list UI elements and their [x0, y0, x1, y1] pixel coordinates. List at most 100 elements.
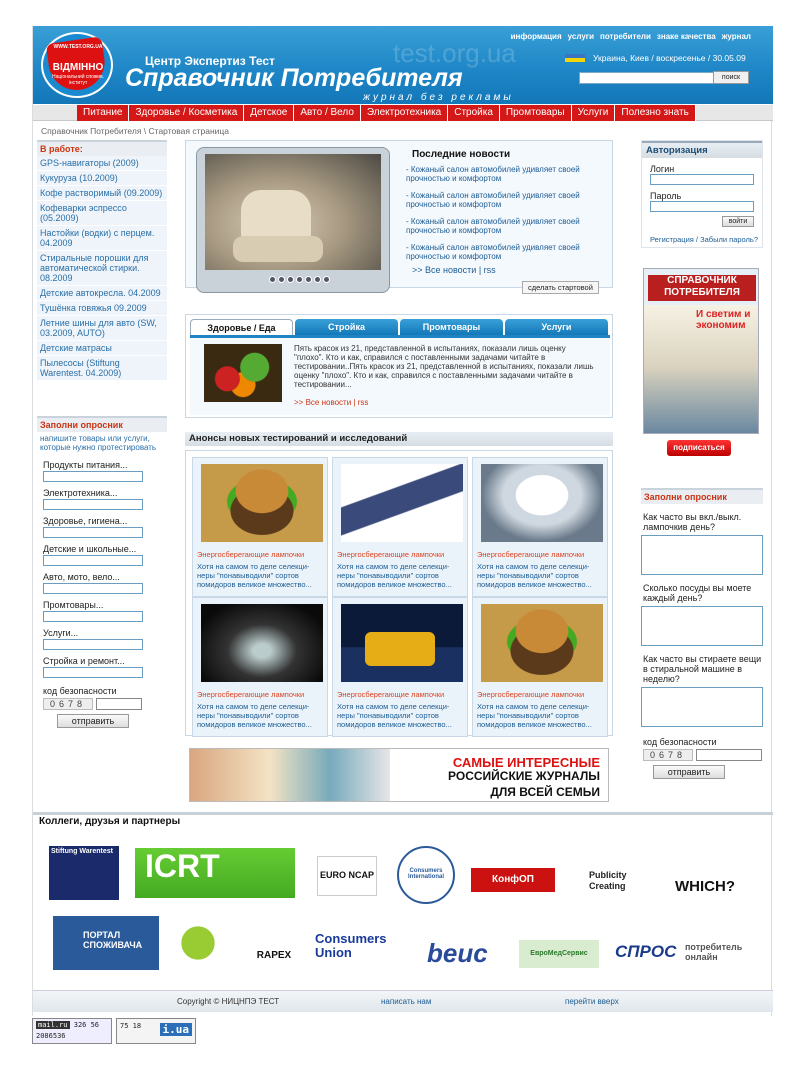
survey-input-construction[interactable]	[43, 667, 143, 678]
card-title[interactable]: Энергосберегающие лампочки	[197, 690, 304, 699]
announcement-card[interactable]: Энергосберегающие лампочки Хотя на самом…	[472, 457, 608, 597]
survey-answer-lamps[interactable]	[641, 535, 763, 575]
magazines-banner[interactable]: САМЫЕ ИНТЕРЕСНЫЕ РОССИЙСКИЕ ЖУРНАЛЫ ДЛЯ …	[189, 748, 609, 802]
partner-logo-beuc[interactable]: beuc	[427, 938, 511, 970]
topnav-info[interactable]: информация	[511, 32, 562, 41]
back-to-top-link[interactable]: перейти вверх	[565, 997, 619, 1006]
topnav-services[interactable]: услуги	[568, 32, 594, 41]
iua-counter[interactable]: 75 18 i.ua	[116, 1018, 196, 1044]
card-title[interactable]: Энергосберегающие лампочки	[197, 550, 304, 559]
wallet-pen-photo	[341, 464, 463, 542]
tab-goods[interactable]: Промтовары	[400, 319, 503, 335]
news-item[interactable]: - Кожаный салон автомобилей удивляет сво…	[406, 243, 596, 261]
survey-input-food[interactable]	[43, 471, 143, 482]
survey-answer-dishes[interactable]	[641, 606, 763, 646]
topnav-consumers[interactable]: потребители	[600, 32, 651, 41]
partner-logo-consumer-online[interactable]: потребитель онлайн	[685, 942, 761, 968]
nav-food[interactable]: Питание	[77, 105, 130, 121]
login-field[interactable]	[650, 174, 754, 185]
partner-logo-consumers-union[interactable]: Consumers Union	[315, 932, 407, 968]
partner-logo-icrt[interactable]: ICRT	[135, 848, 295, 898]
nav-health[interactable]: Здоровье / Косметика	[129, 105, 245, 121]
captcha-input[interactable]	[696, 749, 762, 761]
list-item[interactable]: Настойки (водки) с перцем. 04.2009	[37, 226, 167, 251]
tab-all-news-link[interactable]: >> Все новости | rss	[294, 398, 368, 407]
search-input[interactable]	[579, 72, 719, 84]
announcement-card[interactable]: Энергосберегающие лампочки Хотя на самом…	[332, 457, 468, 597]
subscribe-button[interactable]: подписаться	[667, 440, 731, 456]
right-survey-box: Заполни опросник Как часто вы вкл./выкл.…	[641, 488, 763, 779]
slide-dots[interactable]	[269, 276, 330, 283]
partner-logo-spros[interactable]: СПРОС	[615, 942, 683, 968]
tab-services[interactable]: Услуги	[505, 319, 608, 335]
topnav-quality-mark[interactable]: знаке качества	[657, 32, 716, 41]
quality-badge-logo[interactable]: WWW.TEST.ORG.UA ВІДМІННО Національний сп…	[41, 32, 113, 98]
photo-viewer[interactable]	[196, 147, 390, 293]
partner-logo-green-circle[interactable]	[167, 916, 229, 970]
list-item[interactable]: Летние шины для авто (SW, 03.2009, AUTO)	[37, 316, 167, 341]
list-item[interactable]: Кукуруза (10.2009)	[37, 171, 167, 186]
password-label: Пароль	[650, 191, 682, 201]
tab-health-food[interactable]: Здоровье / Еда	[190, 319, 293, 335]
nav-goods[interactable]: Промтовары	[499, 105, 572, 121]
nav-useful[interactable]: Полезно знать	[615, 105, 696, 121]
list-item[interactable]: Кофеварки эспрессо (05.2009)	[37, 201, 167, 226]
announcement-card[interactable]: Энергосберегающие лампочки Хотя на самом…	[472, 597, 608, 737]
tab-construction[interactable]: Стройка	[295, 319, 398, 335]
news-item[interactable]: - Кожаный салон автомобилей удивляет сво…	[406, 165, 596, 183]
list-item[interactable]: Стиральные порошки для автоматической ст…	[37, 251, 167, 286]
list-item[interactable]: Детские матрасы	[37, 341, 167, 356]
card-title[interactable]: Энергосберегающие лампочки	[337, 550, 444, 559]
nav-kids[interactable]: Детское	[244, 105, 295, 121]
survey-input-services[interactable]	[43, 639, 143, 650]
announcement-card[interactable]: Энергосберегающие лампочки Хотя на самом…	[192, 597, 328, 737]
partner-logo-consumers-international[interactable]: Consumers International	[397, 846, 455, 904]
site-title[interactable]: Справочник Потребителя	[125, 64, 463, 93]
list-item[interactable]: Тушёнка говяжья 09.2009	[37, 301, 167, 316]
nav-auto[interactable]: Авто / Вело	[294, 105, 361, 121]
nav-electro[interactable]: Электротехника	[360, 105, 449, 121]
nav-construction[interactable]: Стройка	[448, 105, 500, 121]
partner-logo-euromed[interactable]: ЕвроМедСервис	[519, 940, 599, 968]
survey-answer-washing[interactable]	[641, 687, 763, 727]
partner-logo-rapex[interactable]: RAPEX	[239, 918, 309, 970]
register-link[interactable]: Регистрация / Забыли пароль?	[650, 235, 762, 244]
all-news-link[interactable]: >> Все новости | rss	[412, 265, 496, 275]
make-start-page-button[interactable]: сделать стартовой	[522, 281, 599, 294]
card-desc: Хотя на самом то деле селекци-неры "пона…	[477, 702, 592, 729]
survey-input-kids[interactable]	[43, 555, 143, 566]
announcement-card[interactable]: Энергосберегающие лампочки Хотя на самом…	[332, 597, 468, 737]
partner-logo-konfop[interactable]: КонфОП	[471, 868, 555, 892]
news-item[interactable]: - Кожаный салон автомобилей удивляет сво…	[406, 191, 596, 209]
partner-logo-which[interactable]: WHICH?	[675, 878, 759, 898]
password-field[interactable]	[650, 201, 754, 212]
topnav-magazine[interactable]: журнал	[722, 32, 751, 41]
card-title[interactable]: Энергосберегающие лампочки	[337, 690, 444, 699]
card-title[interactable]: Энергосберегающие лампочки	[477, 690, 584, 699]
nav-services[interactable]: Услуги	[571, 105, 616, 121]
survey-input-goods[interactable]	[43, 611, 143, 622]
magazine-cover[interactable]: СПРАВОЧНИК ПОТРЕБИТЕЛЯ И светим и эконом…	[643, 268, 759, 434]
mailru-counter[interactable]: mail.ru 326 56 2086536	[32, 1018, 112, 1044]
survey-input-auto[interactable]	[43, 583, 143, 594]
left-submit-button[interactable]: отправить	[57, 714, 129, 728]
partner-logo-portal[interactable]: ПОРТАЛ СПОЖИВАЧА	[53, 916, 159, 970]
partner-logo-stiftung[interactable]: Stiftung Warentest	[49, 846, 119, 900]
list-item[interactable]: GPS-навигаторы (2009)	[37, 156, 167, 171]
list-item[interactable]: Кофе растворимый (09.2009)	[37, 186, 167, 201]
card-desc: Хотя на самом то деле селекци-неры "пона…	[477, 562, 592, 589]
announcement-card[interactable]: Энергосберегающие лампочки Хотя на самом…	[192, 457, 328, 597]
search-button[interactable]: поиск	[713, 71, 749, 84]
survey-input-health[interactable]	[43, 527, 143, 538]
list-item[interactable]: Пылесосы (Stiftung Warentest. 04.2009)	[37, 356, 167, 381]
news-item[interactable]: - Кожаный салон автомобилей удивляет сво…	[406, 217, 596, 235]
survey-input-electro[interactable]	[43, 499, 143, 510]
partner-logo-publicity[interactable]: Publicity Creating	[589, 870, 663, 898]
right-submit-button[interactable]: отправить	[653, 765, 725, 779]
login-button[interactable]: войти	[722, 216, 754, 227]
contact-link[interactable]: написать нам	[381, 997, 431, 1006]
list-item[interactable]: Детские автокресла. 04.2009	[37, 286, 167, 301]
card-title[interactable]: Энергосберегающие лампочки	[477, 550, 584, 559]
captcha-input[interactable]	[96, 698, 142, 710]
partner-logo-euroncap[interactable]: EURO NCAP	[317, 856, 377, 896]
